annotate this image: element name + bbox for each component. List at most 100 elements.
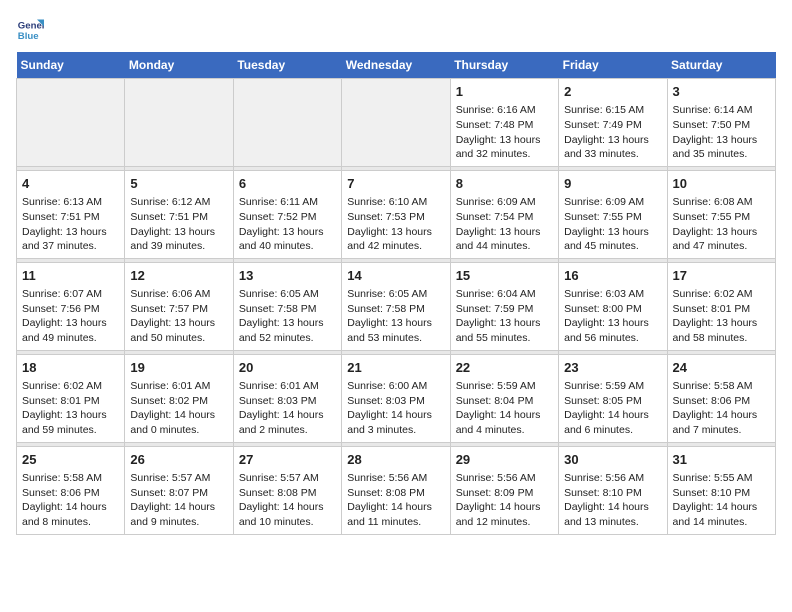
day-number: 29: [456, 451, 553, 469]
weekday-header-friday: Friday: [559, 52, 667, 79]
day-info: Sunrise: 6:16 AM Sunset: 7:48 PM Dayligh…: [456, 103, 553, 162]
day-info: Sunrise: 6:13 AM Sunset: 7:51 PM Dayligh…: [22, 195, 119, 254]
calendar-cell: 2 Sunrise: 6:15 AM Sunset: 7:49 PM Daylig…: [559, 79, 667, 167]
calendar-week-row: 25Sunrise: 5:58 AM Sunset: 8:06 PM Dayli…: [17, 446, 776, 534]
day-number: 30: [564, 451, 661, 469]
day-number: 19: [130, 359, 227, 377]
day-info: Sunrise: 5:56 AM Sunset: 8:08 PM Dayligh…: [347, 471, 444, 530]
day-number: 15: [456, 267, 553, 285]
day-info: Sunrise: 5:55 AM Sunset: 8:10 PM Dayligh…: [673, 471, 770, 530]
calendar-cell: 10 Sunrise: 6:08 AM Sunset: 7:55 PM Dayli…: [667, 170, 775, 258]
calendar-cell: 27Sunrise: 5:57 AM Sunset: 8:08 PM Dayli…: [233, 446, 341, 534]
day-number: 2: [564, 83, 661, 101]
weekday-header-thursday: Thursday: [450, 52, 558, 79]
calendar-cell: 24 Sunrise: 5:58 AM Sunset: 8:06 PM Dayli…: [667, 354, 775, 442]
calendar-cell: 31 Sunrise: 5:55 AM Sunset: 8:10 PM Dayli…: [667, 446, 775, 534]
day-number: 10: [673, 175, 770, 193]
day-info: Sunrise: 5:59 AM Sunset: 8:04 PM Dayligh…: [456, 379, 553, 438]
calendar-cell: 30 Sunrise: 5:56 AM Sunset: 8:10 PM Dayli…: [559, 446, 667, 534]
day-info: Sunrise: 6:01 AM Sunset: 8:02 PM Dayligh…: [130, 379, 227, 438]
day-info: Sunrise: 6:04 AM Sunset: 7:59 PM Dayligh…: [456, 287, 553, 346]
calendar-cell: 16 Sunrise: 6:03 AM Sunset: 8:00 PM Dayli…: [559, 262, 667, 350]
calendar-cell: 21 Sunrise: 6:00 AM Sunset: 8:03 PM Dayli…: [342, 354, 450, 442]
day-info: Sunrise: 6:05 AM Sunset: 7:58 PM Dayligh…: [239, 287, 336, 346]
calendar-cell: 5Sunrise: 6:12 AM Sunset: 7:51 PM Daylig…: [125, 170, 233, 258]
weekday-header-saturday: Saturday: [667, 52, 775, 79]
day-number: 4: [22, 175, 119, 193]
weekday-header-wednesday: Wednesday: [342, 52, 450, 79]
day-number: 5: [130, 175, 227, 193]
calendar-table: SundayMondayTuesdayWednesdayThursdayFrid…: [16, 52, 776, 535]
day-info: Sunrise: 6:08 AM Sunset: 7:55 PM Dayligh…: [673, 195, 770, 254]
day-number: 18: [22, 359, 119, 377]
day-info: Sunrise: 6:15 AM Sunset: 7:49 PM Dayligh…: [564, 103, 661, 162]
logo: General Blue: [16, 16, 48, 44]
day-info: Sunrise: 6:11 AM Sunset: 7:52 PM Dayligh…: [239, 195, 336, 254]
day-number: 13: [239, 267, 336, 285]
day-number: 24: [673, 359, 770, 377]
day-number: 21: [347, 359, 444, 377]
calendar-cell: 29 Sunrise: 5:56 AM Sunset: 8:09 PM Dayli…: [450, 446, 558, 534]
calendar-cell: 11 Sunrise: 6:07 AM Sunset: 7:56 PM Dayli…: [17, 262, 125, 350]
day-info: Sunrise: 6:06 AM Sunset: 7:57 PM Dayligh…: [130, 287, 227, 346]
day-info: Sunrise: 6:07 AM Sunset: 7:56 PM Dayligh…: [22, 287, 119, 346]
day-number: 20: [239, 359, 336, 377]
calendar-cell: 28Sunrise: 5:56 AM Sunset: 8:08 PM Dayli…: [342, 446, 450, 534]
day-number: 11: [22, 267, 119, 285]
day-info: Sunrise: 5:57 AM Sunset: 8:08 PM Dayligh…: [239, 471, 336, 530]
day-info: Sunrise: 6:09 AM Sunset: 7:54 PM Dayligh…: [456, 195, 553, 254]
day-number: 6: [239, 175, 336, 193]
calendar-cell: 18 Sunrise: 6:02 AM Sunset: 8:01 PM Dayli…: [17, 354, 125, 442]
calendar-cell: 3 Sunrise: 6:14 AM Sunset: 7:50 PM Daylig…: [667, 79, 775, 167]
day-info: Sunrise: 6:00 AM Sunset: 8:03 PM Dayligh…: [347, 379, 444, 438]
day-number: 12: [130, 267, 227, 285]
calendar-week-row: 18 Sunrise: 6:02 AM Sunset: 8:01 PM Dayli…: [17, 354, 776, 442]
calendar-cell: [125, 79, 233, 167]
day-info: Sunrise: 6:02 AM Sunset: 8:01 PM Dayligh…: [673, 287, 770, 346]
day-number: 14: [347, 267, 444, 285]
calendar-cell: [233, 79, 341, 167]
day-number: 23: [564, 359, 661, 377]
day-info: Sunrise: 5:59 AM Sunset: 8:05 PM Dayligh…: [564, 379, 661, 438]
day-number: 7: [347, 175, 444, 193]
day-info: Sunrise: 6:01 AM Sunset: 8:03 PM Dayligh…: [239, 379, 336, 438]
day-info: Sunrise: 6:05 AM Sunset: 7:58 PM Dayligh…: [347, 287, 444, 346]
calendar-week-row: 11 Sunrise: 6:07 AM Sunset: 7:56 PM Dayli…: [17, 262, 776, 350]
day-number: 31: [673, 451, 770, 469]
day-number: 22: [456, 359, 553, 377]
calendar-cell: 8 Sunrise: 6:09 AM Sunset: 7:54 PM Daylig…: [450, 170, 558, 258]
logo-icon: General Blue: [16, 16, 44, 44]
calendar-cell: 17Sunrise: 6:02 AM Sunset: 8:01 PM Dayli…: [667, 262, 775, 350]
calendar-cell: 19 Sunrise: 6:01 AM Sunset: 8:02 PM Dayli…: [125, 354, 233, 442]
calendar-cell: 7 Sunrise: 6:10 AM Sunset: 7:53 PM Daylig…: [342, 170, 450, 258]
day-info: Sunrise: 6:14 AM Sunset: 7:50 PM Dayligh…: [673, 103, 770, 162]
day-info: Sunrise: 5:56 AM Sunset: 8:09 PM Dayligh…: [456, 471, 553, 530]
calendar-cell: 23 Sunrise: 5:59 AM Sunset: 8:05 PM Dayli…: [559, 354, 667, 442]
day-info: Sunrise: 6:03 AM Sunset: 8:00 PM Dayligh…: [564, 287, 661, 346]
day-info: Sunrise: 5:58 AM Sunset: 8:06 PM Dayligh…: [22, 471, 119, 530]
calendar-cell: 25Sunrise: 5:58 AM Sunset: 8:06 PM Dayli…: [17, 446, 125, 534]
calendar-week-row: 4 Sunrise: 6:13 AM Sunset: 7:51 PM Daylig…: [17, 170, 776, 258]
svg-text:Blue: Blue: [18, 31, 39, 42]
calendar-cell: [17, 79, 125, 167]
day-number: 3: [673, 83, 770, 101]
calendar-cell: 1 Sunrise: 6:16 AM Sunset: 7:48 PM Daylig…: [450, 79, 558, 167]
day-number: 16: [564, 267, 661, 285]
day-info: Sunrise: 5:56 AM Sunset: 8:10 PM Dayligh…: [564, 471, 661, 530]
day-info: Sunrise: 6:02 AM Sunset: 8:01 PM Dayligh…: [22, 379, 119, 438]
day-number: 26: [130, 451, 227, 469]
calendar-cell: 4 Sunrise: 6:13 AM Sunset: 7:51 PM Daylig…: [17, 170, 125, 258]
day-number: 8: [456, 175, 553, 193]
calendar-cell: 9Sunrise: 6:09 AM Sunset: 7:55 PM Daylig…: [559, 170, 667, 258]
weekday-header-sunday: Sunday: [17, 52, 125, 79]
weekday-header-tuesday: Tuesday: [233, 52, 341, 79]
calendar-cell: 20 Sunrise: 6:01 AM Sunset: 8:03 PM Dayli…: [233, 354, 341, 442]
day-info: Sunrise: 6:10 AM Sunset: 7:53 PM Dayligh…: [347, 195, 444, 254]
day-info: Sunrise: 5:57 AM Sunset: 8:07 PM Dayligh…: [130, 471, 227, 530]
calendar-cell: 6 Sunrise: 6:11 AM Sunset: 7:52 PM Daylig…: [233, 170, 341, 258]
header: General Blue: [16, 16, 776, 44]
day-number: 1: [456, 83, 553, 101]
day-number: 9: [564, 175, 661, 193]
calendar-cell: 22 Sunrise: 5:59 AM Sunset: 8:04 PM Dayli…: [450, 354, 558, 442]
day-info: Sunrise: 5:58 AM Sunset: 8:06 PM Dayligh…: [673, 379, 770, 438]
